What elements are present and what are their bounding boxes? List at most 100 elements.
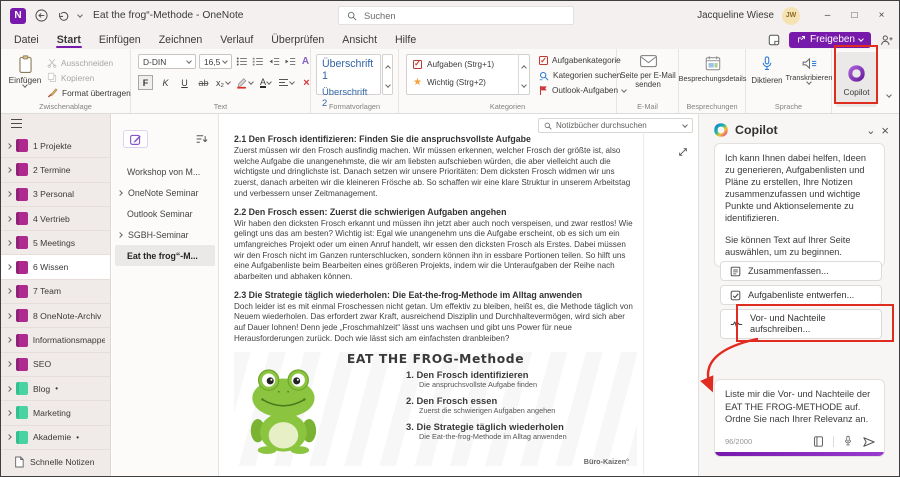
subscript-button[interactable]: x₂ [216, 75, 231, 90]
menu-ueberpruefen[interactable]: Überprüfen [262, 30, 333, 49]
sidebar-item-marketing[interactable]: Marketing [1, 401, 110, 426]
bold-button[interactable]: F [138, 75, 153, 90]
menu-zeichnen[interactable]: Zeichnen [150, 30, 212, 49]
draft-todo-list-button[interactable]: Aufgabenliste entwerfen... [720, 285, 882, 305]
menu-einfuegen[interactable]: Einfügen [90, 30, 150, 49]
onenote-app-icon[interactable]: N [10, 7, 26, 24]
minimize-button[interactable]: – [814, 10, 841, 21]
sidebar-item-personal[interactable]: 3 Personal [1, 183, 110, 207]
menu-hilfe[interactable]: Hilfe [386, 30, 425, 49]
sidebar-item-termine[interactable]: 2 Termine [1, 158, 110, 183]
style-heading1[interactable]: Überschrift 1 [322, 58, 375, 82]
meeting-details-button[interactable]: Besprechungsdetails [679, 54, 746, 83]
hamburger-icon[interactable] [11, 119, 22, 128]
notebook-icon [16, 163, 28, 177]
sort-icon[interactable] [195, 132, 208, 150]
font-color-button[interactable]: A [259, 75, 272, 90]
sidebar-item-seo[interactable]: SEO [1, 353, 110, 377]
tag-wichtig[interactable]: ★ Wichtig (Strg+2) [407, 73, 529, 91]
chevron-down-icon[interactable] [77, 11, 83, 18]
sidebar-item-meetings[interactable]: 5 Meetings [1, 231, 110, 256]
close-button[interactable]: × [868, 10, 895, 21]
bullet-list-icon[interactable] [235, 54, 248, 69]
note-text[interactable]: 2.1 Den Frosch identifizieren: Finden Si… [234, 134, 637, 466]
ribbon-collapse-icon[interactable] [886, 92, 892, 98]
styles-gallery[interactable]: Überschrift 1 Überschrift 2 [316, 54, 381, 108]
strikethrough-button[interactable]: ab [197, 75, 210, 90]
notebook-icon [15, 333, 28, 347]
back-icon[interactable] [35, 9, 48, 22]
pages-list: Workshop von M... OneNote Seminar Outloo… [112, 161, 218, 266]
checkbox-icon: ✓ [539, 55, 548, 65]
copilot-accent-bar [715, 452, 884, 456]
copilot-button[interactable]: Copilot [836, 52, 877, 107]
summarize-button[interactable]: Zusammenfassen... [720, 261, 882, 281]
outlook-tasks-button[interactable]: Outlook-Aufgaben [539, 83, 627, 98]
copilot-collapse-icon[interactable]: ⌄ [866, 124, 875, 137]
page-divider [643, 132, 644, 474]
ribbon-group-email: Seite per E-Mail senden E-Mail [617, 49, 679, 113]
sidebar-item-informationsmappe[interactable]: Informationsmappe... [1, 328, 110, 353]
titlebar-search-input[interactable]: Suchen [338, 6, 574, 25]
underline-button[interactable]: U [178, 75, 191, 90]
tag-search-button[interactable]: Kategorien suchen [539, 68, 626, 83]
new-page-button[interactable] [123, 130, 148, 148]
microphone-icon[interactable] [843, 435, 853, 448]
transcribe-button[interactable]: Transkribieren [786, 55, 832, 85]
menu-verlauf[interactable]: Verlauf [211, 30, 262, 49]
indent-icon[interactable] [283, 54, 296, 69]
page-item-eat-the-frog-selected[interactable]: Eat the frog“-M... [115, 245, 215, 266]
page-item-onenote-seminar[interactable]: OneNote Seminar [112, 182, 218, 203]
send-icon[interactable] [862, 436, 876, 448]
numbered-list-icon[interactable] [251, 54, 264, 69]
paste-button[interactable]: Einfügen [7, 54, 43, 88]
outdent-icon[interactable] [267, 54, 280, 69]
dictate-button[interactable]: Diktieren [748, 55, 786, 85]
sidebar-item-wissen-selected[interactable]: 6 Wissen [1, 255, 110, 280]
highlighter-button[interactable] [236, 75, 254, 90]
copilot-prompt-input[interactable]: Liste mir die Vor- und Nachteile der EAT… [714, 379, 885, 457]
styles-scroll[interactable] [382, 54, 393, 95]
avatar[interactable]: JW [782, 6, 800, 25]
pros-cons-button[interactable]: Vor- und Nachteile aufschreiben... [720, 309, 882, 339]
sidebar-item-archiv[interactable]: 8 OneNote-Archiv [1, 304, 110, 329]
page-item-outlook-seminar[interactable]: Outlook Seminar [112, 203, 218, 224]
email-page-button[interactable]: Seite per E-Mail senden [619, 54, 677, 89]
sidebar-item-vertrieb[interactable]: 4 Vertrieb [1, 207, 110, 232]
copy-button[interactable]: Kopieren [47, 70, 131, 85]
page-item-workshop[interactable]: Workshop von M... [112, 161, 218, 182]
cut-button[interactable]: Ausschneiden [47, 55, 131, 70]
italic-button[interactable]: K [159, 75, 172, 90]
font-name-select[interactable]: D-DIN [138, 54, 196, 69]
menu-start[interactable]: Start [48, 30, 90, 49]
tags-scroll[interactable] [518, 55, 529, 94]
copilot-intro-card: Ich kann Ihnen dabei helfen, Ideen zu ge… [714, 143, 885, 267]
format-painter-button[interactable]: Format übertragen [47, 85, 131, 100]
sidebar-item-team[interactable]: 7 Team [1, 280, 110, 305]
copilot-close-icon[interactable]: × [881, 123, 889, 138]
maximize-button[interactable]: □ [841, 10, 868, 21]
undo-icon[interactable] [57, 10, 69, 22]
sidebar-item-projekte[interactable]: 1 Projekte [1, 134, 110, 159]
tags-gallery[interactable]: ✓ Aufgaben (Strg+1) ★ Wichtig (Strg+2) [406, 54, 530, 95]
person-add-icon[interactable] [880, 34, 893, 46]
quick-notes-button[interactable]: Schnelle Notizen [1, 453, 110, 471]
align-button[interactable] [278, 75, 295, 90]
expand-icon[interactable] [678, 144, 688, 162]
font-size-select[interactable]: 16,5 [199, 54, 232, 69]
sidebar-item-blog[interactable]: Blog • [1, 377, 110, 402]
side-note-icon[interactable] [768, 34, 780, 46]
user-name[interactable]: Jacqueline Wiese [697, 10, 774, 21]
menu-ansicht[interactable]: Ansicht [333, 30, 386, 49]
page-item-sgbh-seminar[interactable]: SGBH-Seminar [112, 224, 218, 245]
notebook-search-input[interactable]: Notizbücher durchsuchen [538, 118, 693, 133]
ribbon-group-copilot: Copilot [832, 49, 881, 113]
prompt-library-icon[interactable] [813, 435, 824, 448]
tag-aufgaben[interactable]: ✓ Aufgaben (Strg+1) [407, 55, 529, 73]
menu-datei[interactable]: Datei [5, 30, 48, 49]
notebook-icon [16, 139, 28, 153]
share-button[interactable]: Freigeben [788, 31, 871, 48]
tag-category-button[interactable]: ✓ Aufgabenkategorie [539, 53, 626, 68]
sidebar-item-akademie[interactable]: Akademie • [1, 426, 110, 450]
notebook-icon [16, 309, 28, 323]
